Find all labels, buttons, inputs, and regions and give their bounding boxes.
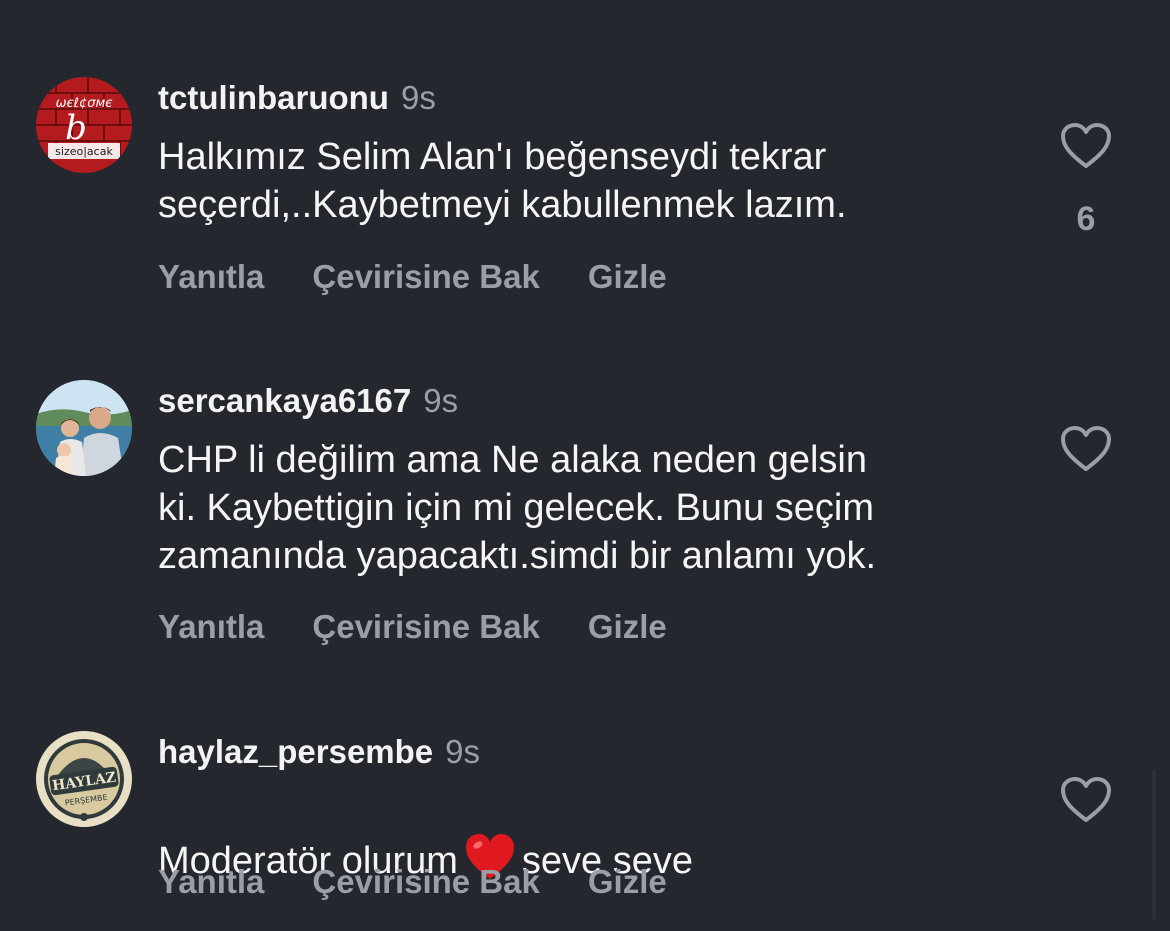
comment-header: haylaz_persembe 9s bbox=[158, 732, 480, 772]
username[interactable]: haylaz_persembe bbox=[158, 733, 433, 770]
avatar[interactable] bbox=[36, 380, 132, 476]
avatar[interactable]: ωєℓ¢σмє b sizeo|acak bbox=[36, 77, 132, 173]
reply-button[interactable]: Yanıtla bbox=[158, 258, 264, 296]
timestamp: 9s bbox=[423, 382, 459, 419]
comment-text: Halkımız Selim Alan'ı beğenseydi tekrar … bbox=[158, 136, 847, 226]
hide-button[interactable]: Gizle bbox=[588, 863, 667, 901]
username[interactable]: tctulinbaruonu bbox=[158, 79, 389, 116]
heart-outline-icon[interactable] bbox=[1060, 122, 1112, 170]
comment-header: tctulinbaruonu 9s bbox=[158, 78, 436, 118]
comment-header: sercankaya6167 9s bbox=[158, 381, 458, 421]
comment-text: CHP li değilim ama Ne alaka neden gelsin… bbox=[158, 439, 877, 577]
avatar[interactable]: HAYLAZ PERŞEMBE bbox=[36, 731, 132, 827]
svg-text:b: b bbox=[65, 108, 87, 148]
comment-actions: Yanıtla Çevirisine Bak Gizle bbox=[158, 863, 715, 901]
hide-button[interactable]: Gizle bbox=[588, 258, 667, 296]
username[interactable]: sercankaya6167 bbox=[158, 382, 411, 419]
comment-actions: Yanıtla Çevirisine Bak Gizle bbox=[158, 258, 715, 296]
reply-button[interactable]: Yanıtla bbox=[158, 863, 264, 901]
heart-outline-icon[interactable] bbox=[1060, 425, 1112, 473]
svg-text:sizeo|acak: sizeo|acak bbox=[55, 145, 113, 158]
hide-button[interactable]: Gizle bbox=[588, 608, 667, 646]
see-translation-button[interactable]: Çevirisine Bak bbox=[312, 258, 539, 296]
timestamp: 9s bbox=[400, 79, 436, 116]
reply-button[interactable]: Yanıtla bbox=[158, 608, 264, 646]
heart-outline-icon[interactable] bbox=[1060, 776, 1112, 824]
scrollbar[interactable] bbox=[1152, 770, 1156, 920]
comment-actions: Yanıtla Çevirisine Bak Gizle bbox=[158, 608, 715, 646]
see-translation-button[interactable]: Çevirisine Bak bbox=[312, 608, 539, 646]
like-count: 6 bbox=[1076, 200, 1096, 238]
see-translation-button[interactable]: Çevirisine Bak bbox=[312, 863, 539, 901]
timestamp: 9s bbox=[445, 733, 481, 770]
